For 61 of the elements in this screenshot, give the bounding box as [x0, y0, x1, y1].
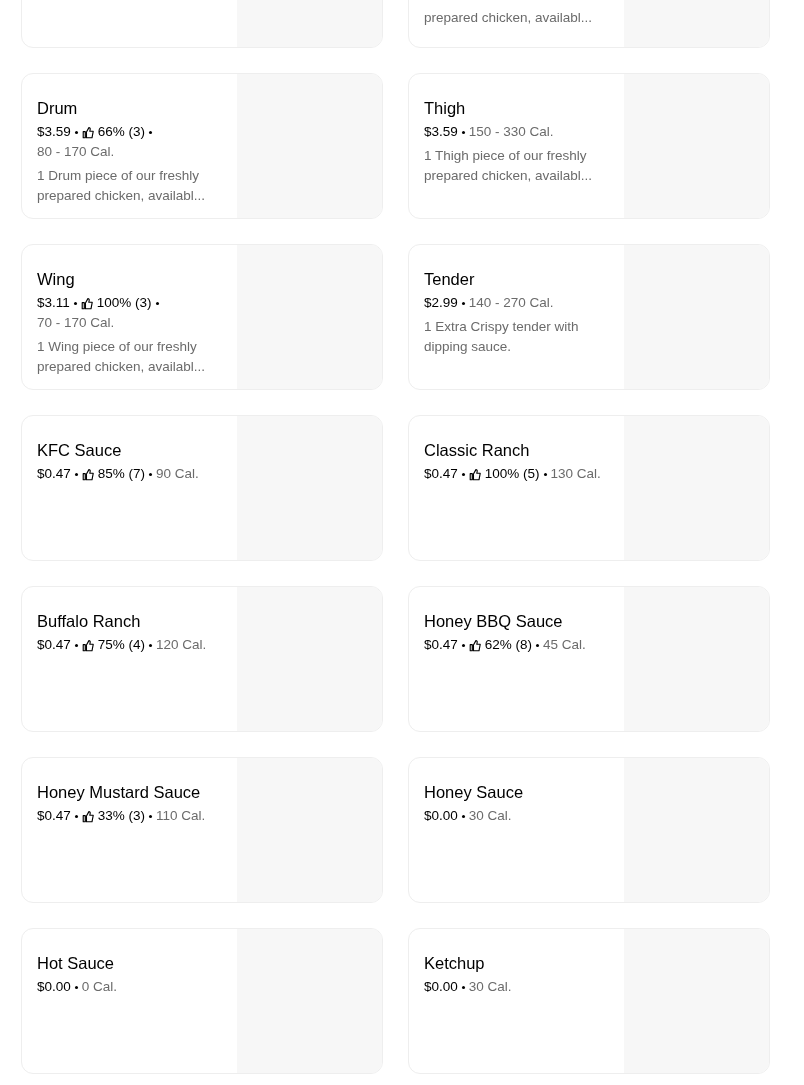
item-price: $0.00	[424, 978, 458, 996]
item-name: Hot Sauce	[37, 953, 116, 973]
item-price: $3.59	[424, 123, 458, 141]
menu-item-card[interactable]: Ketchup $0.00 30 Cal.	[408, 928, 770, 1074]
item-price: $3.59	[37, 123, 71, 141]
menu-item-card[interactable]: Tender $2.99 140 - 270 Cal. 1 Extra Crispy tender with dipping sauce.	[408, 244, 770, 390]
item-rating: 85% (7)	[97, 465, 146, 483]
item-name: KFC Sauce	[37, 440, 123, 460]
item-description: 1 Drum piece of our freshly prepared chicken, availabl...	[37, 167, 207, 205]
item-calories: 150 - 330 Cal.	[468, 123, 554, 141]
item-rating: 33% (3)	[97, 807, 146, 825]
item-name: Honey BBQ Sauce	[424, 611, 564, 631]
item-description: prepared chicken, availabl...	[424, 9, 594, 27]
item-calories: 80 - 170 Cal.	[37, 143, 115, 161]
item-rating: 100% (3)	[96, 294, 152, 312]
menu-item-card[interactable]: Wing $3.11 100% (3) 70 - 170 Cal. 1 Wing piece of our freshly prepared chicken, availabl...	[21, 244, 383, 390]
item-calories: 130 Cal.	[550, 465, 601, 483]
item-name: Honey Sauce	[424, 782, 525, 802]
menu-item-card[interactable]: Honey Sauce $0.00 30 Cal.	[408, 757, 770, 903]
menu-item-card[interactable]: Honey Mustard Sauce $0.47 33% (3) 110 Cal.	[21, 757, 383, 903]
item-calories: 110 Cal.	[156, 807, 206, 825]
item-calories: 90 Cal.	[156, 465, 199, 483]
item-rating: 62% (8)	[484, 636, 533, 654]
item-price: $0.47	[37, 807, 71, 825]
menu-item-card[interactable]: Thigh $3.59 150 - 330 Cal. 1 Thigh piece of our freshly prepared chicken, availabl...	[408, 73, 770, 219]
item-rating: 66% (3)	[97, 123, 146, 141]
menu-item-card[interactable]: prepared chicken, availabl...	[408, 0, 770, 48]
item-name: Thigh	[424, 98, 467, 118]
item-name: Honey Mustard Sauce	[37, 782, 202, 802]
item-name: Wing	[37, 269, 76, 289]
item-price: $0.47	[37, 465, 71, 483]
item-calories: 0 Cal.	[81, 978, 118, 996]
item-calories: 45 Cal.	[543, 636, 586, 654]
item-name: Classic Ranch	[424, 440, 531, 460]
item-price: $0.00	[424, 807, 458, 825]
item-calories: 30 Cal.	[468, 807, 512, 825]
item-name: Drum	[37, 98, 79, 118]
item-calories: 120 Cal.	[156, 636, 207, 654]
menu-item-card[interactable]: KFC Sauce $0.47 85% (7) 90 Cal.	[21, 415, 383, 561]
item-price: $2.99	[424, 294, 458, 312]
item-description: 1 Thigh piece of our freshly prepared chicken, availabl...	[424, 147, 594, 185]
menu-item-card[interactable]: Classic Ranch $0.47 100% (5) 130 Cal.	[408, 415, 770, 561]
item-calories: 30 Cal.	[468, 978, 512, 996]
item-name: Tender	[424, 269, 476, 289]
item-calories: 70 - 170 Cal.	[37, 314, 115, 332]
item-description: 1 Wing piece of our freshly prepared chicken, availabl...	[37, 338, 207, 376]
menu-item-card[interactable]: Honey BBQ Sauce $0.47 62% (8) 45 Cal.	[408, 586, 770, 732]
item-price: $3.11	[37, 294, 70, 312]
item-price: $0.47	[37, 636, 71, 654]
item-rating: 100% (5)	[484, 465, 540, 483]
item-name: Buffalo Ranch	[37, 611, 142, 631]
menu-item-card[interactable]: Buffalo Ranch $0.47 75% (4) 120 Cal.	[21, 586, 383, 732]
menu-item-card[interactable]: Hot Sauce $0.00 0 Cal.	[21, 928, 383, 1074]
item-rating: 75% (4)	[97, 636, 146, 654]
menu-item-card[interactable]: Drum $3.59 66% (3) 80 - 170 Cal. 1 Drum piece of our freshly prepared chicken, availabl...	[21, 73, 383, 219]
item-description: 1 Extra Crispy tender with dipping sauce.	[424, 318, 580, 356]
item-price: $0.47	[424, 636, 458, 654]
item-calories: 140 - 270 Cal.	[468, 294, 554, 312]
item-price: $0.47	[424, 465, 458, 483]
item-name: Ketchup	[424, 953, 486, 973]
item-price: $0.00	[37, 978, 71, 996]
